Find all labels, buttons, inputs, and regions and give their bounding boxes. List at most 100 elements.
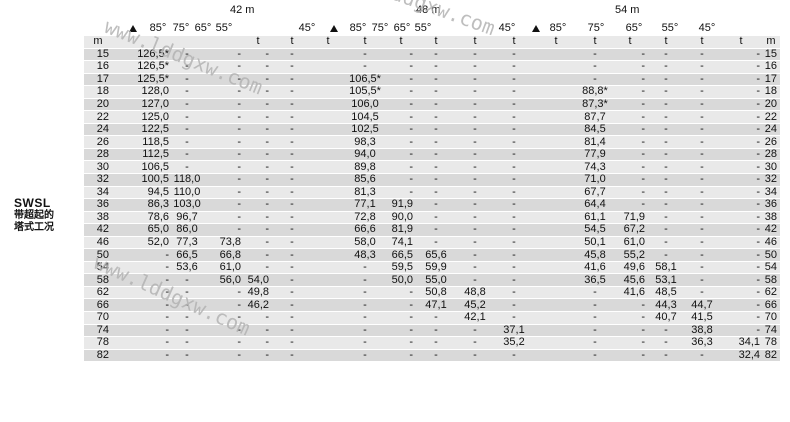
capacity-cell: 65,6 bbox=[416, 248, 456, 262]
column-spacer bbox=[534, 336, 578, 350]
capacity-cell: 71,9 bbox=[612, 211, 648, 225]
radius-left: 62 bbox=[84, 286, 112, 300]
capacity-cell: 45,6 bbox=[612, 273, 648, 287]
capacity-cell: 55,2 bbox=[612, 248, 648, 262]
capacity-cell: - bbox=[202, 336, 244, 350]
capacity-cell: 56,0 bbox=[202, 273, 244, 287]
capacity-cell: 65,0 bbox=[112, 223, 172, 237]
capacity-cell: - bbox=[112, 324, 172, 338]
angle-label: 45° bbox=[498, 22, 516, 34]
capacity-cell: - bbox=[386, 349, 416, 363]
table-row: 62- - -49,8- - -50,8 48,8- -41,6 48,5- -62 bbox=[10, 286, 780, 300]
capacity-cell: - bbox=[244, 324, 272, 338]
capacity-cell: - bbox=[386, 311, 416, 325]
capacity-cell: 94,5 bbox=[112, 186, 172, 200]
capacity-cell: - bbox=[578, 349, 612, 363]
capacity-cell: 64,4 bbox=[578, 198, 612, 212]
capacity-cell: - bbox=[648, 248, 684, 262]
capacity-cell: - bbox=[386, 336, 416, 350]
capacity-cell: - bbox=[648, 324, 684, 338]
capacity-cell: - bbox=[386, 123, 416, 137]
radius-left: 50 bbox=[84, 248, 112, 262]
capacity-cell: - bbox=[172, 336, 202, 350]
capacity-cell: - bbox=[272, 248, 312, 262]
capacity-cell: 77,9 bbox=[578, 148, 612, 162]
capacity-cell: 42,1 bbox=[456, 311, 494, 325]
radius-left: 70 bbox=[84, 311, 112, 325]
capacity-cell: - bbox=[416, 236, 456, 250]
radius-right: 74 bbox=[762, 324, 780, 338]
capacity-cell: - bbox=[456, 198, 494, 212]
capacity-cell: - bbox=[578, 48, 612, 62]
column-spacer bbox=[534, 48, 578, 62]
column-spacer bbox=[312, 98, 344, 112]
column-spacer bbox=[312, 223, 344, 237]
capacity-cell: - bbox=[684, 236, 720, 250]
capacity-cell: - bbox=[202, 123, 244, 137]
capacity-cell: - bbox=[416, 48, 456, 62]
capacity-cell: - bbox=[386, 135, 416, 149]
capacity-cell: - bbox=[494, 186, 534, 200]
tonne-unit: t bbox=[272, 36, 312, 49]
capacity-cell: 46,2 bbox=[244, 298, 272, 313]
table-gutter bbox=[10, 248, 84, 262]
capacity-cell: - bbox=[612, 73, 648, 87]
capacity-cell: 49,8 bbox=[244, 286, 272, 300]
capacity-cell: - bbox=[494, 48, 534, 62]
capacity-cell: - bbox=[494, 73, 534, 87]
angle-label: 65° bbox=[194, 22, 212, 34]
capacity-cell: - bbox=[202, 286, 244, 300]
capacity-cell: - bbox=[416, 110, 456, 124]
capacity-cell: 87,3* bbox=[578, 98, 612, 112]
capacity-cell: - bbox=[112, 248, 172, 262]
table-row: 17 125,5* - - - -106,5* - - - - - - - - -17 bbox=[10, 73, 780, 87]
capacity-cell: - bbox=[386, 186, 416, 200]
capacity-cell: - bbox=[648, 98, 684, 112]
capacity-cell: - bbox=[648, 223, 684, 237]
capacity-cell: - bbox=[720, 123, 762, 137]
capacity-cell: - bbox=[648, 236, 684, 250]
capacity-cell: - bbox=[344, 286, 386, 300]
angle-label: 65° bbox=[625, 22, 643, 34]
radius-right: 30 bbox=[762, 160, 780, 174]
radius-left: 46 bbox=[84, 236, 112, 250]
capacity-cell: - bbox=[494, 60, 534, 74]
capacity-cell: - bbox=[456, 148, 494, 162]
tonne-unit: t bbox=[344, 36, 386, 49]
capacity-cell: - bbox=[272, 173, 312, 187]
capacity-cell: 48,8 bbox=[456, 286, 494, 300]
capacity-cell: - bbox=[456, 236, 494, 250]
capacity-cell: - bbox=[494, 311, 534, 325]
capacity-cell: - bbox=[112, 261, 172, 275]
capacity-cell: - bbox=[648, 123, 684, 137]
meter-unit-right: m bbox=[762, 36, 780, 49]
capacity-cell: - bbox=[202, 60, 244, 74]
capacity-cell: 40,7 bbox=[648, 311, 684, 325]
capacity-cell: 48,3 bbox=[344, 248, 386, 262]
column-spacer bbox=[534, 186, 578, 200]
capacity-cell: - bbox=[494, 211, 534, 225]
condition-desc-2: 塔式工况 bbox=[14, 222, 54, 233]
capacity-cell: 48,5 bbox=[648, 286, 684, 300]
capacity-cell: - bbox=[684, 135, 720, 149]
capacity-cell: - bbox=[244, 198, 272, 212]
capacity-cell: - bbox=[648, 186, 684, 200]
capacity-cell: - bbox=[456, 73, 494, 87]
capacity-cell: 127,0 bbox=[112, 98, 172, 112]
tonne-unit: t bbox=[534, 36, 578, 49]
table-row: 42 65,0 86,0- - -66,6 81,9- - -54,5 67,2- - -42 bbox=[10, 223, 780, 237]
radius-right: 54 bbox=[762, 261, 780, 275]
capacity-cell: - bbox=[272, 73, 312, 87]
capacity-cell: - bbox=[272, 236, 312, 250]
capacity-cell: - bbox=[648, 60, 684, 74]
capacity-cell: 84,5 bbox=[578, 123, 612, 137]
capacity-cell: - bbox=[244, 349, 272, 363]
capacity-cell: 59,5 bbox=[386, 261, 416, 275]
capacity-cell: - bbox=[720, 236, 762, 250]
column-spacer bbox=[312, 123, 344, 137]
capacity-cell: 72,8 bbox=[344, 211, 386, 225]
capacity-cell: - bbox=[648, 336, 684, 350]
condition-code: SWSL bbox=[14, 196, 51, 210]
radius-right: 26 bbox=[762, 135, 780, 149]
capacity-cell: - bbox=[112, 349, 172, 363]
